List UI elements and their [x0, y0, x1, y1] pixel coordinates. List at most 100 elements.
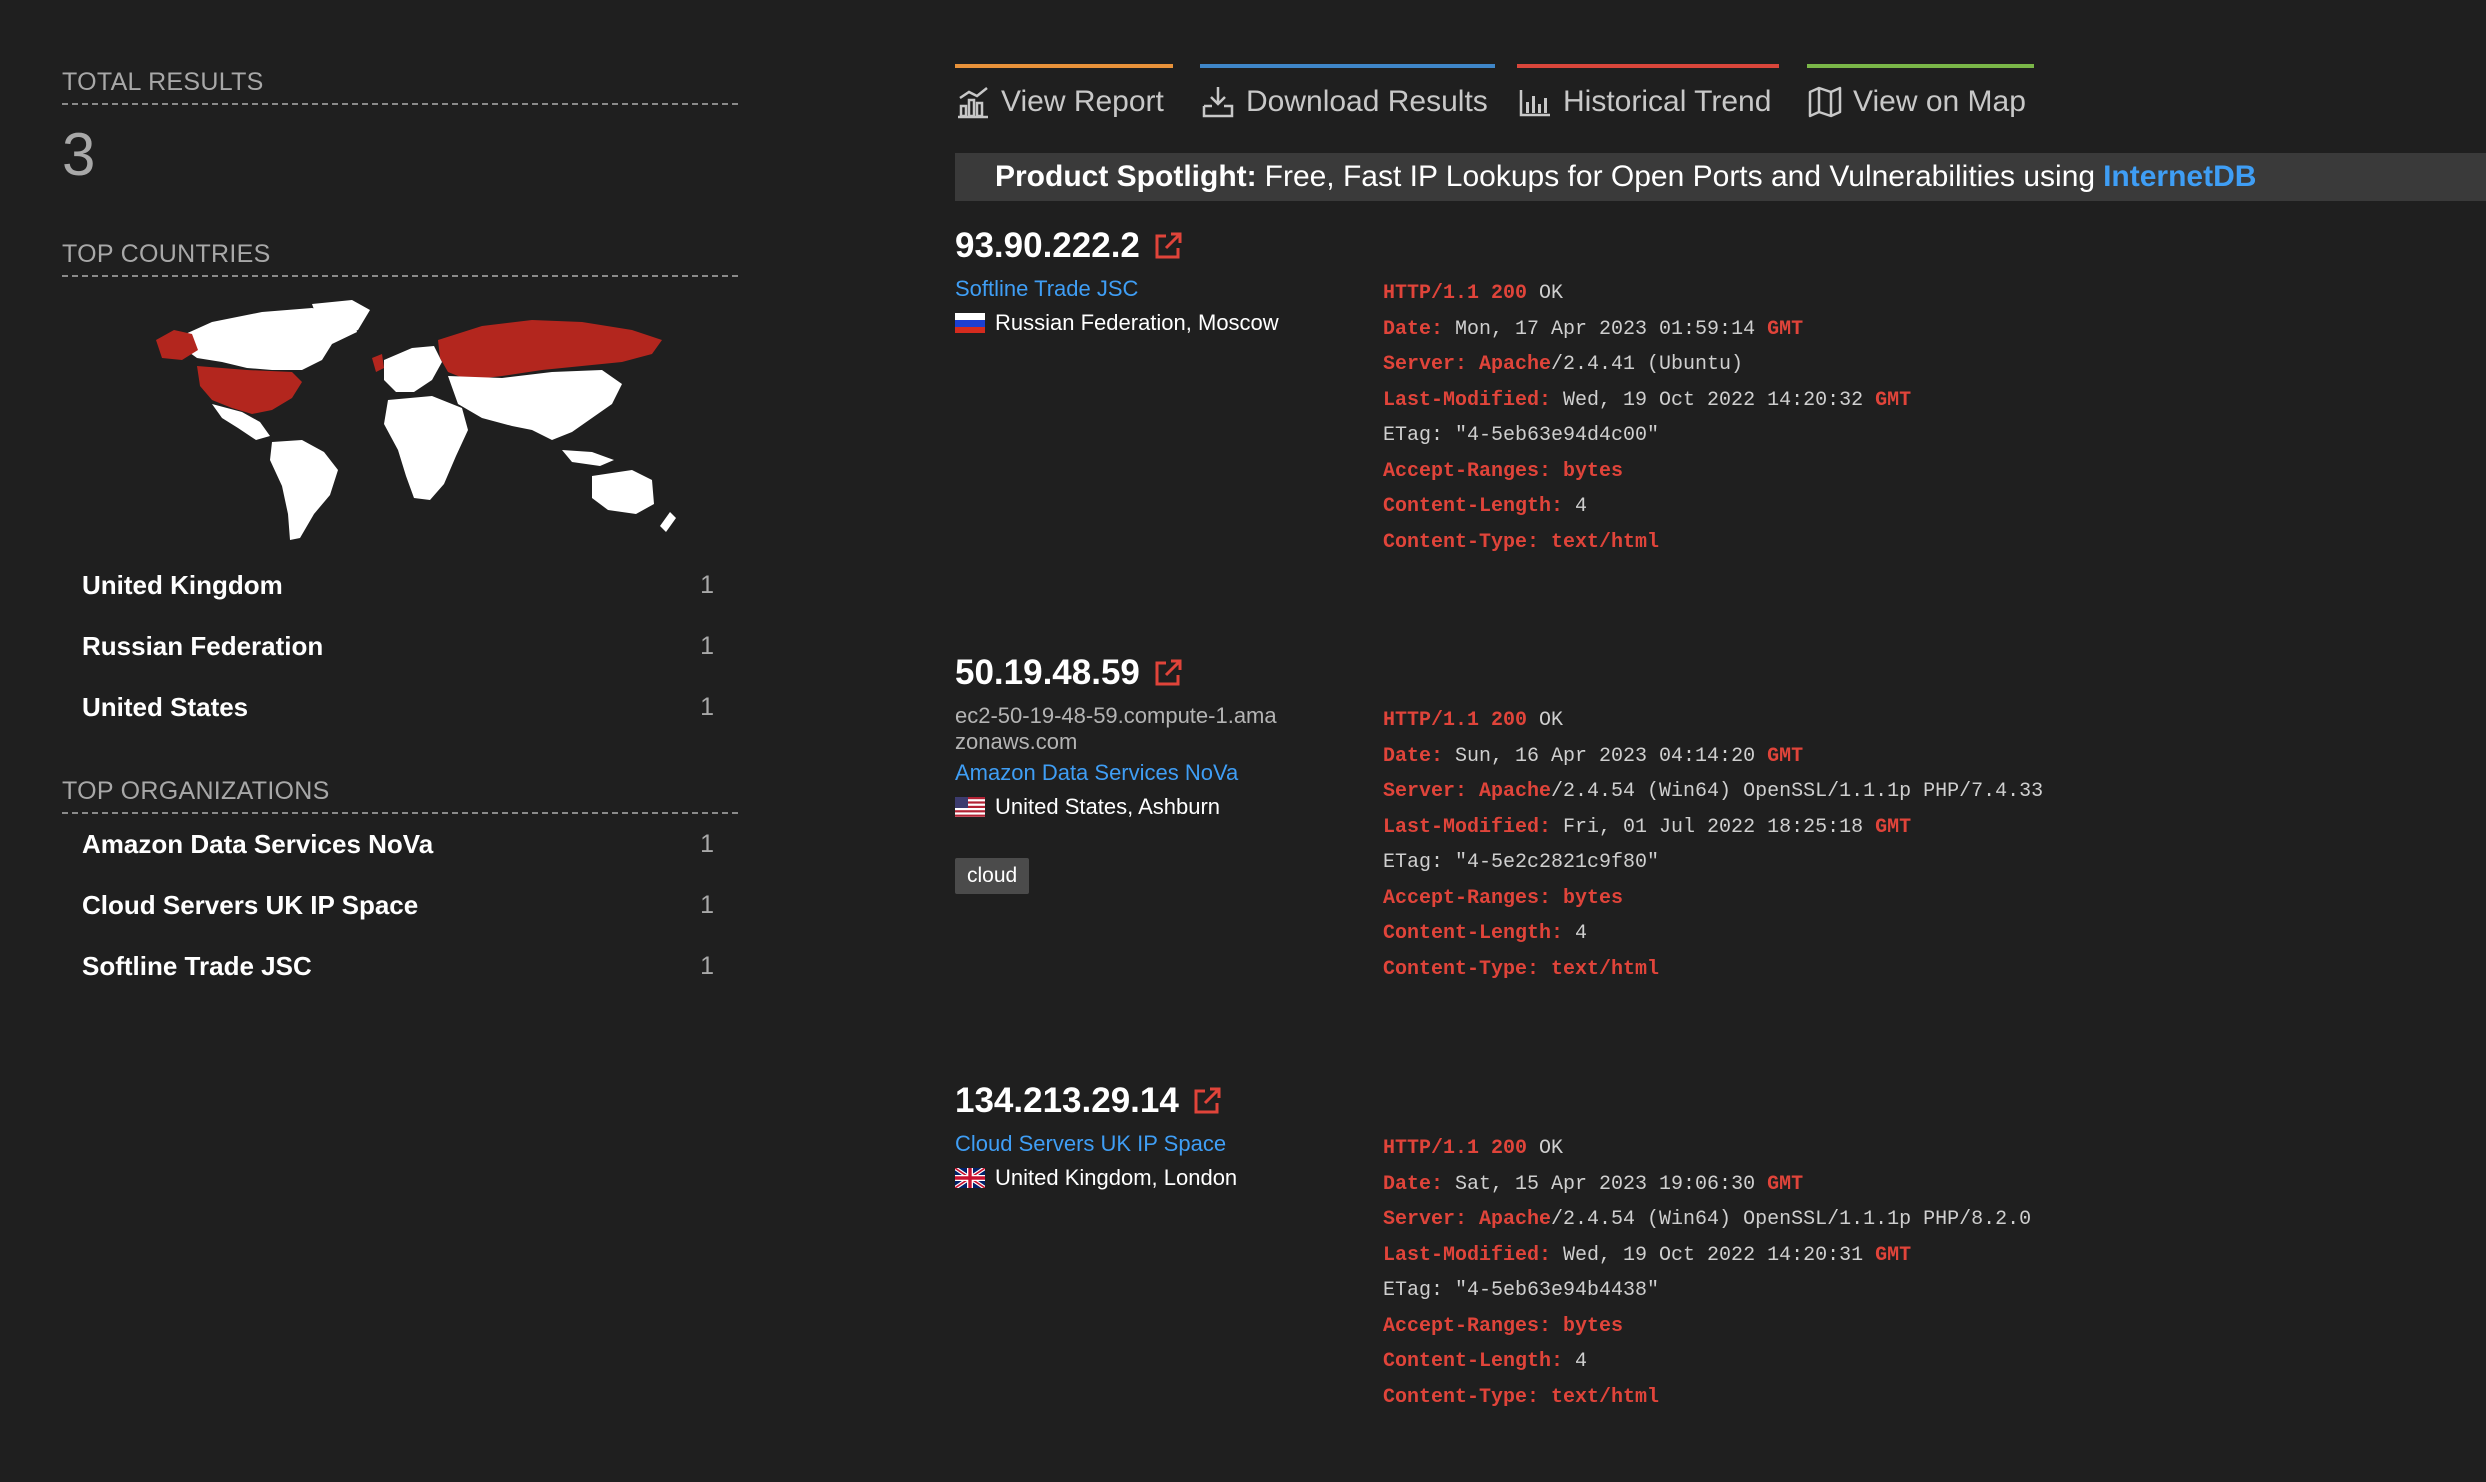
ip-address[interactable]: 134.213.29.14 [955, 1081, 1179, 1121]
banner-key: Last-Modified: [1383, 388, 1552, 412]
org-count: 1 [700, 951, 714, 980]
org-count: 1 [700, 890, 714, 919]
banner-key: Server: Apache [1383, 353, 1552, 376]
location-text: United Kingdom, London [995, 1165, 1238, 1190]
banner-key: GMT [1875, 815, 1912, 839]
result-ip[interactable]: 134.213.29.14 [955, 1081, 1223, 1121]
world-map[interactable] [152, 300, 712, 545]
map-new-zealand[interactable] [660, 512, 676, 532]
org-facet-row[interactable]: Softline Trade JSC 1 [82, 946, 722, 986]
banner-key: GMT [1767, 744, 1804, 768]
map-europe[interactable] [384, 346, 442, 392]
banner-key: GMT [1875, 1243, 1912, 1267]
map-united-kingdom[interactable] [372, 354, 384, 372]
banner-key: GMT [1767, 1172, 1804, 1196]
map-south-america[interactable] [270, 440, 338, 540]
country-count: 1 [700, 631, 714, 660]
map-africa[interactable] [384, 396, 468, 500]
tab-download-results[interactable]: Download Results [1200, 64, 1495, 124]
result-hostname: ec2-50-19-48-59.compute-1.amazonaws.com [955, 703, 1277, 754]
spotlight-title: Product Spotlight: [995, 160, 1257, 193]
tab-historical-trend[interactable]: Historical Trend [1517, 64, 1779, 124]
banner-value: 4 [1563, 495, 1588, 518]
external-link-icon[interactable] [1191, 1085, 1223, 1117]
http-banner: HTTP/1.1 200 OK Date: Mon, 17 Apr 2023 0… [1383, 276, 1911, 560]
result-ip[interactable]: 93.90.222.2 [955, 226, 1184, 266]
banner-value: OK [1527, 709, 1564, 732]
tab-label: View on Map [1853, 85, 2026, 118]
banner-value: /2.4.54 (Win64) OpenSSL/1.1.1p PHP/7.4.3… [1551, 780, 2044, 803]
spotlight-text: Free, Fast IP Lookups for Open Ports and… [1264, 160, 2096, 193]
org-facet-row[interactable]: Cloud Servers UK IP Space 1 [82, 885, 722, 925]
ip-address[interactable]: 93.90.222.2 [955, 226, 1140, 266]
result-location: Russian Federation, Moscow [955, 310, 1279, 336]
country-name[interactable]: United Kingdom [82, 570, 283, 601]
result-org-link[interactable]: Amazon Data Services NoVa [955, 760, 1238, 786]
country-name[interactable]: United States [82, 692, 248, 723]
tab-label: Historical Trend [1563, 85, 1772, 118]
banner-value: ETag: "4-5eb63e94b4438" [1383, 1279, 1660, 1302]
result-location: United States, Ashburn [955, 794, 1220, 820]
map-russian-federation[interactable] [438, 320, 662, 380]
country-facet-row[interactable]: United States 1 [82, 687, 722, 727]
map-asia[interactable] [448, 370, 622, 440]
banner-value: 4 [1563, 922, 1588, 945]
banner-value: /2.4.54 (Win64) OpenSSL/1.1.1p PHP/8.2.0 [1551, 1208, 2032, 1231]
tag-cloud[interactable]: cloud [955, 858, 1030, 894]
banner-key: HTTP/1.1 200 [1383, 282, 1528, 305]
map-australia[interactable] [592, 470, 654, 514]
search-results-page: TOTAL RESULTS 3 TOP COUNTRIES United Kin… [0, 0, 2486, 1482]
country-count: 1 [700, 570, 714, 599]
map-united-states[interactable] [197, 366, 302, 414]
http-banner: HTTP/1.1 200 OK Date: Sun, 16 Apr 2023 0… [1383, 703, 2043, 987]
banner-key: Accept-Ranges: bytes [1383, 886, 1624, 910]
banner-value: 4 [1563, 1350, 1588, 1373]
banner-value: Sat, 15 Apr 2023 19:06:30 [1443, 1172, 1768, 1196]
result-org-link[interactable]: Softline Trade JSC [955, 276, 1138, 302]
map-alaska[interactable] [156, 330, 198, 360]
org-name[interactable]: Amazon Data Services NoVa [82, 829, 433, 860]
total-results-value: 3 [62, 121, 96, 188]
http-banner: HTTP/1.1 200 OK Date: Sat, 15 Apr 2023 1… [1383, 1131, 2031, 1415]
banner-key: Date: [1383, 317, 1444, 341]
location-text: Russian Federation, Moscow [995, 310, 1279, 335]
external-link-icon[interactable] [1152, 230, 1184, 262]
bar-chart-icon [958, 87, 988, 119]
country-name[interactable]: Russian Federation [82, 631, 323, 662]
result-org-link[interactable]: Cloud Servers UK IP Space [955, 1131, 1226, 1157]
country-facet-row[interactable]: Russian Federation 1 [82, 626, 722, 666]
banner-key: Accept-Ranges: bytes [1383, 459, 1624, 483]
banner-key: Date: [1383, 1172, 1444, 1196]
org-name[interactable]: Softline Trade JSC [82, 951, 312, 982]
tab-label: Download Results [1246, 85, 1488, 118]
banner-key: Content-Length: [1383, 1350, 1564, 1373]
tab-view-on-map[interactable]: View on Map [1807, 64, 2034, 124]
banner-key: Content-Type: text/html [1383, 957, 1660, 981]
banner-key: HTTP/1.1 200 [1383, 1137, 1528, 1160]
banner-value: ETag: "4-5eb63e94d4c00" [1383, 424, 1660, 447]
external-link-icon[interactable] [1152, 657, 1184, 689]
org-count: 1 [700, 829, 714, 858]
map-indonesia[interactable] [562, 450, 614, 466]
result-location: United Kingdom, London [955, 1165, 1237, 1191]
ip-address[interactable]: 50.19.48.59 [955, 653, 1140, 693]
banner-value: Fri, 01 Jul 2022 18:25:18 [1551, 815, 1876, 839]
banner-key: GMT [1767, 317, 1804, 341]
location-text: United States, Ashburn [995, 794, 1221, 819]
org-facet-row[interactable]: Amazon Data Services NoVa 1 [82, 824, 722, 864]
tab-label: View Report [1001, 85, 1164, 118]
tab-view-report[interactable]: View Report [955, 64, 1173, 124]
country-count: 1 [700, 692, 714, 721]
banner-key: Content-Length: [1383, 922, 1564, 945]
banner-key: Content-Type: text/html [1383, 1385, 1660, 1409]
banner-value: OK [1527, 1137, 1564, 1160]
internetdb-link[interactable]: InternetDB [2103, 160, 2256, 194]
trend-chart-icon [1519, 90, 1550, 117]
country-facet-row[interactable]: United Kingdom 1 [82, 565, 722, 605]
banner-key: Content-Type: text/html [1383, 530, 1660, 554]
top-organizations-label: TOP ORGANIZATIONS [62, 777, 738, 814]
result-ip[interactable]: 50.19.48.59 [955, 653, 1184, 693]
banner-value: Sun, 16 Apr 2023 04:14:20 [1443, 744, 1768, 768]
org-name[interactable]: Cloud Servers UK IP Space [82, 890, 418, 921]
banner-key: Accept-Ranges: bytes [1383, 1314, 1624, 1338]
